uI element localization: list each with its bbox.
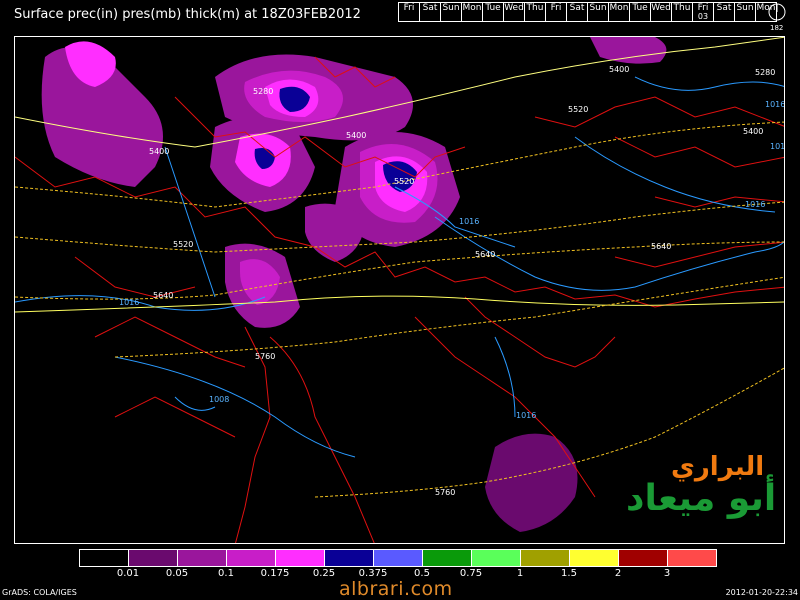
day-thu-6[interactable]: Thu xyxy=(525,3,546,21)
legend-swatch xyxy=(374,550,423,566)
contour-label: 1016 xyxy=(119,298,139,307)
contour-label: 5400 xyxy=(609,65,629,74)
day-wed-5[interactable]: Wed xyxy=(504,3,525,21)
day-mon-10[interactable]: Mon xyxy=(609,3,630,21)
day-tue-11[interactable]: Tue xyxy=(630,3,651,21)
contour-label: 1016 xyxy=(516,411,536,420)
contour-label: 5400 xyxy=(149,147,169,156)
day-mon-3[interactable]: Mon xyxy=(462,3,483,21)
brand-subtitle: أبو ميعاد xyxy=(626,478,777,519)
day-thu-13[interactable]: Thu xyxy=(672,3,693,21)
contour-label: 1008 xyxy=(209,395,229,404)
contour-label: 1016 xyxy=(765,100,785,109)
legend-label: 0.25 xyxy=(312,568,336,579)
site-url[interactable]: albrari.com xyxy=(339,578,453,600)
legend-swatch xyxy=(276,550,325,566)
weather-map: 5400 5280 5400 5520 5520 5400 5280 5640 1016 1016… xyxy=(14,36,785,544)
legend-swatch xyxy=(570,550,619,566)
legend-swatch xyxy=(521,550,570,566)
contour-label: 5640 xyxy=(651,242,671,251)
footer-timestamp: 2012-01-20-22:34 xyxy=(725,588,798,597)
legend-swatch xyxy=(80,550,129,566)
legend-swatch xyxy=(325,550,374,566)
legend-swatch xyxy=(423,550,472,566)
contour-label: 1016 xyxy=(745,200,765,209)
map-title: Surface prec(in) pres(mb) thick(m) at 18… xyxy=(14,7,361,22)
day-sat-8[interactable]: Sat xyxy=(567,3,588,21)
legend-label: 3 xyxy=(663,568,671,579)
legend-swatch xyxy=(227,550,276,566)
legend-label: 0.01 xyxy=(116,568,140,579)
legend-label: 0.1 xyxy=(218,568,234,579)
contour-label: 5520 xyxy=(173,240,193,249)
footer-credit: GrADS: COLA/IGES xyxy=(2,588,77,597)
contour-label: 5400 xyxy=(743,127,763,136)
day-tue-4[interactable]: Tue xyxy=(483,3,504,21)
day-sat-1[interactable]: Sat xyxy=(420,3,441,21)
contour-label: 5760 xyxy=(255,352,275,361)
legend-swatch xyxy=(129,550,178,566)
day-fri-14[interactable]: Fri 03 xyxy=(693,3,714,21)
legend-label: 0.75 xyxy=(459,568,483,579)
contour-label: 1016 xyxy=(459,217,479,226)
legend-label: 2 xyxy=(614,568,622,579)
legend-swatch xyxy=(619,550,668,566)
day-sun-16[interactable]: Sun xyxy=(735,3,756,21)
contour-label: 5280 xyxy=(755,68,775,77)
contour-label: 5640 xyxy=(153,291,173,300)
legend-label: 1.5 xyxy=(561,568,577,579)
contour-label: 5520 xyxy=(394,177,414,186)
contour-label: 5400 xyxy=(346,131,366,140)
contour-label: 5280 xyxy=(253,87,273,96)
legend-swatch xyxy=(668,550,716,566)
legend-label: 0.05 xyxy=(165,568,189,579)
compass-dial-icon: 182 xyxy=(767,2,787,32)
legend-label: 0.175 xyxy=(260,568,290,579)
contour-label: 5640 xyxy=(475,250,495,259)
day-selector[interactable]: Fri Sat Sun Mon Tue Wed Thu Fri Sat Sun Mon Tue Wed T… xyxy=(398,2,777,22)
legend-swatch xyxy=(178,550,227,566)
contour-label: 5520 xyxy=(568,105,588,114)
day-fri-0[interactable]: Fri xyxy=(399,3,420,21)
contour-label: 5760 xyxy=(435,488,455,497)
legend-label: 1 xyxy=(516,568,524,579)
contour-label: 1016 xyxy=(770,142,785,151)
dial-label: 182 xyxy=(770,24,784,32)
day-sun-2[interactable]: Sun xyxy=(441,3,462,21)
day-sun-9[interactable]: Sun xyxy=(588,3,609,21)
legend-swatch xyxy=(472,550,521,566)
day-fri-7[interactable]: Fri xyxy=(546,3,567,21)
day-wed-12[interactable]: Wed xyxy=(651,3,672,21)
precip-legend xyxy=(79,549,717,567)
day-sat-15[interactable]: Sat xyxy=(714,3,735,21)
